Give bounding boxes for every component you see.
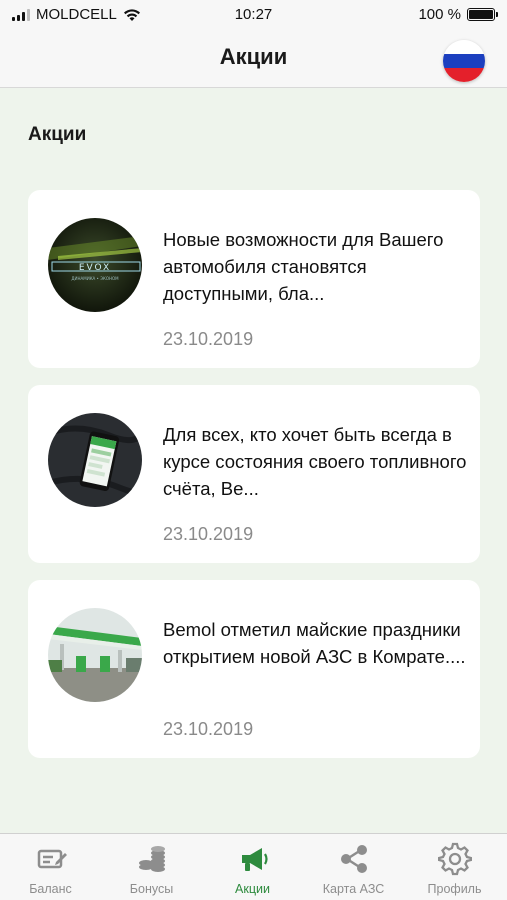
promo-text: Для всех, кто хочет быть всегда в курсе … [163, 424, 467, 499]
promo-date: 23.10.2019 [163, 329, 254, 349]
battery-percent: 100 % [418, 6, 461, 23]
status-bar: MOLDCELL 10:27 100 % [0, 0, 507, 32]
flag-red-stripe [443, 68, 485, 82]
promo-card[interactable]: Для всех, кто хочет быть всегда в курсе … [28, 385, 480, 563]
tab-profile[interactable]: Профиль [404, 842, 505, 896]
tab-station-map[interactable]: Карта АЗС [303, 842, 404, 896]
promo-card[interactable]: Bemol отметил майские праздники открытие… [28, 580, 480, 758]
coins-icon [138, 846, 165, 872]
promo-date: 23.10.2019 [163, 524, 254, 544]
status-right: 100 % [418, 6, 498, 23]
promo-text: Новые возможности для Вашего автомобиля … [163, 229, 444, 304]
evox-promo-image: EVOX ДИНАМИКА • ЭКОНОМ [48, 218, 142, 312]
tab-bonuses[interactable]: Бонусы [101, 842, 202, 896]
phone-app-promo-image [48, 413, 142, 507]
tab-label: Баланс [29, 882, 72, 896]
promo-date: 23.10.2019 [163, 719, 254, 739]
flag-white-stripe [443, 40, 485, 54]
battery-fill [469, 10, 493, 19]
share-map-icon [340, 845, 367, 873]
tab-label: Акции [235, 882, 270, 896]
page-title: Акции [219, 44, 288, 69]
gear-icon [437, 842, 472, 876]
navigation-bar: Акции [0, 32, 507, 88]
promo-card[interactable]: EVOX ДИНАМИКА • ЭКОНОМ Новые возможности… [28, 190, 480, 368]
gas-station-promo-image [48, 608, 142, 702]
balance-icon [37, 849, 67, 869]
tab-bar: Баланс Бонусы Акции Карта АЗС Профиль [0, 833, 507, 900]
tab-promotions[interactable]: Акции [202, 842, 303, 896]
tab-label: Карта АЗС [322, 882, 385, 896]
promo-text: Bemol отметил майские праздники открытие… [163, 619, 466, 667]
tab-label: Профиль [427, 882, 482, 896]
svg-text:EVOX: EVOX [79, 263, 111, 273]
russian-flag-icon[interactable] [443, 40, 485, 82]
tab-label: Бонусы [129, 882, 174, 896]
section-title: Акции [28, 124, 87, 145]
flag-blue-stripe [443, 54, 485, 68]
battery-icon [467, 8, 498, 21]
tab-balance[interactable]: Баланс [0, 842, 101, 896]
svg-text:ДИНАМИКА • ЭКОНОМ: ДИНАМИКА • ЭКОНОМ [71, 276, 119, 281]
megaphone-icon [241, 848, 268, 871]
